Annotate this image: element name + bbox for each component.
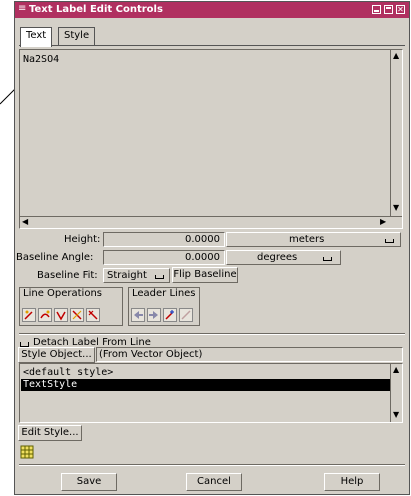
label-text-area[interactable]: Na2SO4 ▲ ▼ ◀ ▶ — [19, 49, 403, 229]
save-button[interactable]: Save — [61, 473, 117, 491]
text-vertical-scrollbar[interactable]: ▲ ▼ — [390, 50, 402, 216]
scroll-down-icon[interactable]: ▼ — [393, 204, 399, 212]
scroll-up-icon[interactable]: ▲ — [393, 366, 399, 374]
style-object-field: (From Vector Object) — [96, 347, 403, 362]
line-op-3-icon[interactable] — [54, 308, 68, 322]
style-list-scrollbar[interactable]: ▲ ▼ — [390, 364, 402, 422]
line-op-5-icon[interactable] — [86, 308, 100, 322]
maximize-icon[interactable] — [384, 5, 393, 14]
window-title: Text Label Edit Controls — [29, 4, 163, 15]
minimize-icon[interactable] — [372, 5, 381, 14]
flip-baseline-button[interactable]: Flip Baseline — [172, 267, 238, 283]
baseline-fit-label: Baseline Fit: — [37, 270, 98, 281]
leader-add-icon[interactable] — [163, 308, 177, 322]
style-list[interactable]: <default style> TextStyle ▲ ▼ — [19, 363, 403, 423]
text-horizontal-scrollbar[interactable]: ◀ ▶ — [20, 216, 402, 228]
height-unit-value: meters — [289, 234, 325, 245]
list-item[interactable]: <default style> — [21, 367, 391, 379]
dropdown-indicator-icon — [385, 239, 394, 243]
line-operations-group: Line Operations — [19, 287, 123, 326]
height-unit-select[interactable]: meters — [226, 232, 401, 247]
leader-right-icon[interactable] — [147, 308, 161, 322]
tab-text[interactable]: Text — [20, 27, 53, 47]
scroll-left-icon[interactable]: ◀ — [22, 218, 28, 226]
line-op-1-icon[interactable] — [22, 308, 36, 322]
label-text-content: Na2SO4 — [23, 54, 60, 65]
baseline-angle-label: Baseline Angle: — [16, 252, 94, 263]
leader-lines-title: Leader Lines — [132, 288, 196, 299]
baseline-angle-input[interactable]: 0.0000 — [103, 250, 225, 265]
scroll-down-icon[interactable]: ▼ — [393, 411, 399, 419]
baseline-angle-unit-select[interactable]: degrees — [226, 250, 341, 265]
close-icon[interactable]: ✕ — [396, 5, 405, 14]
footer-separator — [19, 464, 405, 466]
edit-style-button[interactable]: Edit Style... — [18, 425, 82, 441]
dropdown-indicator-icon — [323, 257, 332, 261]
tab-style[interactable]: Style — [58, 27, 96, 45]
style-object-button[interactable]: Style Object... — [18, 347, 95, 363]
scroll-up-icon[interactable]: ▲ — [393, 52, 399, 60]
table-grid-icon[interactable] — [20, 445, 34, 459]
list-item-selected[interactable]: TextStyle — [21, 379, 391, 391]
height-input[interactable]: 0.0000 — [103, 232, 225, 247]
line-operations-title: Line Operations — [23, 288, 102, 299]
baseline-fit-value: Straight — [107, 270, 147, 281]
baseline-fit-select[interactable]: Straight — [103, 268, 170, 283]
height-label: Height: — [64, 234, 101, 245]
leader-left-icon[interactable] — [131, 308, 145, 322]
title-bar[interactable]: ≡ Text Label Edit Controls ✕ — [15, 2, 409, 18]
style-object-value: (From Vector Object) — [99, 349, 203, 360]
tab-divider — [19, 45, 405, 46]
baseline-angle-value: 0.0000 — [185, 252, 220, 263]
leader-lines-group: Leader Lines — [128, 287, 200, 326]
leader-draw-icon[interactable] — [179, 308, 193, 322]
separator — [19, 333, 405, 335]
baseline-angle-unit-value: degrees — [257, 252, 298, 263]
cancel-button[interactable]: Cancel — [186, 473, 242, 491]
text-label-edit-window: ≡ Text Label Edit Controls ✕ Text Style … — [14, 1, 410, 495]
window-menu-icon[interactable]: ≡ — [18, 3, 26, 14]
line-op-2-icon[interactable] — [38, 308, 52, 322]
line-op-4-icon[interactable] — [70, 308, 84, 322]
scroll-right-icon[interactable]: ▶ — [380, 218, 386, 226]
dropdown-indicator-icon — [155, 275, 164, 279]
height-value: 0.0000 — [185, 234, 220, 245]
help-button[interactable]: Help — [324, 473, 380, 491]
